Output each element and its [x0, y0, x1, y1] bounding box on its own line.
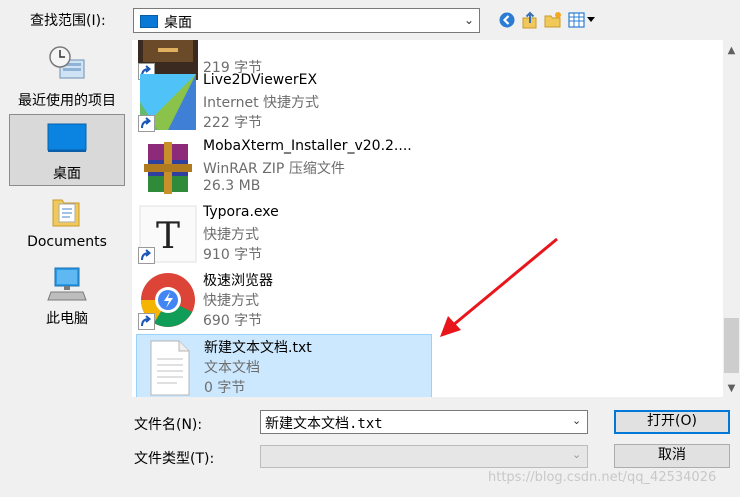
file-item[interactable]: Live2DViewerEX Internet 快捷方式 222 字节 — [136, 70, 426, 134]
file-type: 快捷方式 — [203, 293, 259, 309]
back-icon[interactable] — [498, 11, 516, 29]
place-label: 桌面 — [53, 166, 81, 182]
shortcut-arrow-icon — [138, 313, 155, 330]
cancel-button[interactable]: 取消 — [614, 444, 730, 468]
file-item[interactable]: MobaXterm_Installer_v20.2.... WinRAR ZIP… — [136, 136, 426, 200]
file-type: 文本文档 — [204, 360, 260, 376]
file-list[interactable]: 219 字节 Live2DViewerEX Internet 快捷方式 222 … — [132, 40, 740, 397]
documents-folder-icon — [52, 199, 80, 227]
watermark: https://blog.csdn.net/qq_42534026 — [488, 470, 717, 485]
filename-label: 文件名(N): — [134, 417, 203, 433]
desktop-folder-icon — [140, 15, 158, 28]
scroll-thumb[interactable] — [724, 318, 739, 373]
chevron-down-icon: ⌄ — [572, 448, 582, 461]
vertical-scrollbar[interactable]: ▲ ▼ — [723, 40, 740, 397]
scroll-down-icon[interactable]: ▼ — [723, 383, 740, 394]
place-documents[interactable]: Documents — [9, 188, 125, 260]
shortcut-arrow-icon — [138, 247, 155, 264]
file-size: 910 字节 — [203, 247, 263, 263]
place-label: 此电脑 — [46, 311, 88, 327]
place-this-pc[interactable]: 此电脑 — [9, 262, 125, 334]
file-type: 快捷方式 — [203, 227, 259, 243]
up-folder-icon[interactable] — [521, 11, 539, 29]
svg-text:T: T — [156, 216, 180, 257]
file-type: Internet 快捷方式 — [203, 95, 320, 111]
chevron-down-icon[interactable]: ⌄ — [572, 414, 581, 427]
file-item[interactable]: 极速浏览器 快捷方式 690 字节 — [136, 268, 426, 332]
view-menu-icon[interactable] — [568, 11, 596, 29]
text-document-icon — [150, 340, 190, 396]
open-button[interactable]: 打开(O) — [614, 410, 730, 434]
file-item[interactable]: T Typora.exe 快捷方式 910 字节 — [136, 202, 426, 266]
file-name: MobaXterm_Installer_v20.2.... — [203, 138, 412, 154]
file-size: 222 字节 — [203, 115, 263, 131]
look-in-value: 桌面 — [164, 15, 192, 31]
desktop-icon — [47, 123, 87, 152]
shortcut-arrow-icon — [138, 115, 155, 132]
file-name: 新建文本文档.txt — [204, 340, 312, 356]
place-label: 最近使用的项目 — [18, 93, 116, 109]
file-name: Live2DViewerEX — [203, 72, 318, 88]
place-label: Documents — [27, 234, 107, 250]
scroll-up-icon[interactable]: ▲ — [723, 45, 740, 56]
filename-field[interactable]: 新建文本文档.txt — [260, 410, 588, 434]
look-in-dropdown[interactable]: 桌面 ⌄ — [133, 8, 480, 33]
this-pc-icon — [47, 267, 87, 301]
file-item-selected[interactable]: 新建文本文档.txt 文本文档 0 字节 — [136, 334, 432, 397]
filetype-dropdown[interactable] — [260, 445, 588, 468]
file-size: 690 字节 — [203, 313, 263, 329]
look-in-label: 查找范围(I): — [30, 13, 106, 29]
places-bar: 最近使用的项目 桌面 Documents 此电脑 — [0, 40, 126, 490]
winrar-archive-icon — [144, 142, 192, 194]
new-folder-icon[interactable] — [544, 11, 562, 29]
file-name: Typora.exe — [203, 204, 279, 220]
place-desktop[interactable]: 桌面 — [9, 114, 125, 186]
annotation-arrow-icon — [440, 237, 558, 337]
filetype-label: 文件类型(T): — [134, 451, 215, 467]
file-type: WinRAR ZIP 压缩文件 — [203, 161, 345, 177]
recent-items-icon — [49, 46, 85, 79]
file-size: 0 字节 — [204, 380, 246, 396]
place-recent-items[interactable]: 最近使用的项目 — [9, 42, 125, 114]
file-size: 26.3 MB — [203, 178, 261, 194]
file-name: 极速浏览器 — [203, 273, 273, 289]
chevron-down-icon: ⌄ — [463, 13, 474, 27]
